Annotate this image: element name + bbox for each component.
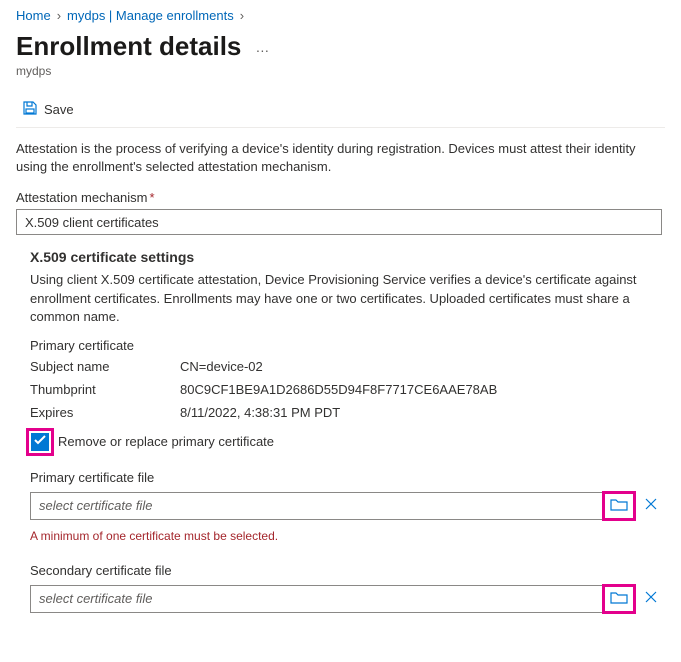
expires-label: Expires [30, 405, 180, 420]
chevron-right-icon: › [240, 8, 244, 23]
secondary-browse-button[interactable] [605, 587, 633, 611]
attestation-mechanism-value: X.509 client certificates [25, 215, 159, 230]
primary-file-label: Primary certificate file [30, 470, 662, 485]
page-subtitle: mydps [16, 64, 665, 78]
close-icon [644, 590, 658, 607]
certificate-error-message: A minimum of one certificate must be sel… [30, 529, 662, 543]
primary-file-placeholder: select certificate file [39, 498, 152, 513]
thumbprint-value: 80C9CF1BE9A1D2686D55D94F8F7717CE6AAE78AB [180, 382, 662, 397]
save-button[interactable]: Save [18, 98, 78, 121]
x509-description: Using client X.509 certificate attestati… [30, 271, 662, 326]
command-bar: Save [16, 92, 665, 128]
secondary-clear-button[interactable] [640, 585, 662, 613]
secondary-file-input[interactable]: select certificate file [30, 585, 603, 613]
attestation-mechanism-label: Attestation mechanism* [16, 190, 665, 205]
x509-heading: X.509 certificate settings [30, 249, 662, 265]
highlight-box [602, 491, 636, 521]
primary-browse-button[interactable] [605, 494, 633, 518]
attestation-description: Attestation is the process of verifying … [16, 140, 656, 176]
chevron-right-icon: › [57, 8, 61, 23]
remove-replace-checkbox[interactable] [31, 433, 49, 451]
expires-value: 8/11/2022, 4:38:31 PM PDT [180, 405, 662, 420]
primary-file-input[interactable]: select certificate file [30, 492, 603, 520]
required-indicator: * [150, 190, 155, 205]
more-actions-button[interactable]: … [251, 37, 273, 57]
subject-name-value: CN=device-02 [180, 359, 662, 374]
x509-settings-section: X.509 certificate settings Using client … [16, 249, 662, 614]
highlight-box [602, 584, 636, 614]
secondary-file-label: Secondary certificate file [30, 563, 662, 578]
thumbprint-label: Thumbprint [30, 382, 180, 397]
save-icon [22, 100, 38, 119]
breadcrumb-manage-enrollments[interactable]: mydps | Manage enrollments [67, 8, 234, 23]
secondary-file-placeholder: select certificate file [39, 591, 152, 606]
page-title: Enrollment details [16, 31, 241, 62]
primary-certificate-label: Primary certificate [30, 338, 662, 353]
remove-replace-label: Remove or replace primary certificate [58, 434, 274, 449]
subject-name-label: Subject name [30, 359, 180, 374]
primary-clear-button[interactable] [640, 492, 662, 520]
highlight-box [26, 428, 54, 456]
breadcrumb-home[interactable]: Home [16, 8, 51, 23]
save-label: Save [44, 102, 74, 117]
folder-icon [610, 497, 628, 514]
checkmark-icon [33, 433, 47, 450]
breadcrumb: Home › mydps | Manage enrollments › [16, 8, 665, 23]
folder-icon [610, 590, 628, 607]
attestation-mechanism-dropdown[interactable]: X.509 client certificates [16, 209, 662, 235]
close-icon [644, 497, 658, 514]
